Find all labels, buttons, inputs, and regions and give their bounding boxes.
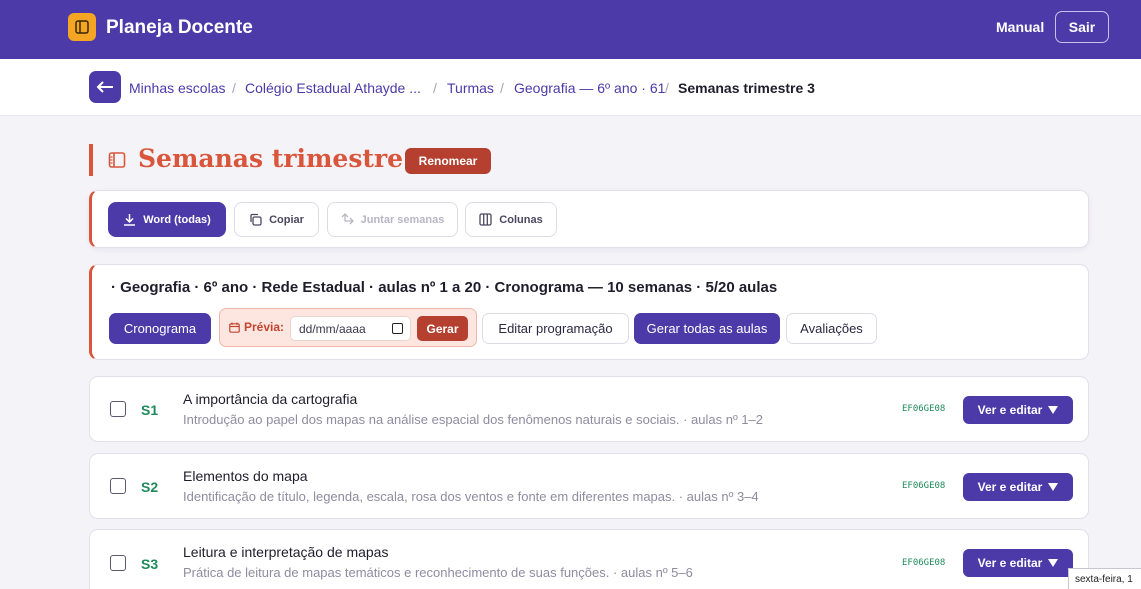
book-icon bbox=[108, 152, 126, 168]
week-title: Elementos do mapa bbox=[183, 468, 308, 484]
week-number: S3 bbox=[141, 556, 159, 572]
edit-schedule-button[interactable]: Editar programação bbox=[482, 313, 629, 344]
generate-preview-button[interactable]: Gerar bbox=[417, 316, 468, 341]
caret-down-icon bbox=[1048, 559, 1059, 567]
week-description: Prática de leitura de mapas temáticos e … bbox=[183, 565, 693, 580]
bncc-code: EF06GE08 bbox=[902, 558, 946, 568]
view-edit-label: Ver e editar bbox=[977, 480, 1043, 494]
date-placeholder: dd/mm/aaaa bbox=[299, 321, 366, 336]
copy-button[interactable]: Copiar bbox=[234, 202, 319, 237]
columns-label: Colunas bbox=[499, 213, 543, 226]
view-edit-label: Ver e editar bbox=[977, 403, 1043, 417]
plan-summary-card: · Geografia · 6º ano · Rede Estadual · a… bbox=[89, 264, 1089, 360]
week-number: S1 bbox=[141, 402, 159, 418]
week-title: A importância da cartografia bbox=[183, 391, 358, 407]
date-tooltip: sexta-feira, 1 bbox=[1068, 568, 1141, 589]
breadcrumb-separator: / bbox=[232, 80, 236, 96]
copy-label: Copiar bbox=[269, 213, 304, 226]
caret-down-icon bbox=[1048, 406, 1059, 414]
week-number: S2 bbox=[141, 479, 159, 495]
breadcrumb-item-class[interactable]: Geografia — 6º ano · 61 bbox=[514, 80, 665, 96]
copy-icon bbox=[250, 213, 262, 226]
week-checkbox[interactable] bbox=[110, 478, 126, 494]
columns-icon bbox=[479, 213, 492, 226]
generate-all-button[interactable]: Gerar todas as aulas bbox=[634, 313, 780, 344]
preview-panel: Prévia: dd/mm/aaaa Gerar bbox=[219, 308, 477, 347]
list-item: S2 Elementos do mapa Identificação de tí… bbox=[89, 453, 1089, 519]
preview-date-input[interactable]: dd/mm/aaaa bbox=[290, 316, 411, 341]
merge-icon bbox=[341, 213, 354, 225]
title-accent-bar bbox=[89, 144, 93, 176]
week-description: Identificação de título, legenda, escala… bbox=[183, 489, 759, 504]
top-navbar: Planeja Docente Manual Sair bbox=[0, 0, 1141, 59]
manual-link[interactable]: Manual bbox=[996, 19, 1044, 35]
caret-down-icon bbox=[1048, 483, 1059, 491]
cronograma-button[interactable]: Cronograma bbox=[109, 313, 211, 344]
breadcrumb-item-classes[interactable]: Turmas bbox=[447, 80, 494, 96]
breadcrumb: Minhas escolas / Colégio Estadual Athayd… bbox=[0, 59, 1141, 116]
export-toolbar: Word (todas) Copiar Juntar semanas Colun… bbox=[89, 190, 1089, 248]
download-icon bbox=[124, 214, 136, 226]
word-export-button[interactable]: Word (todas) bbox=[108, 202, 226, 237]
logout-button[interactable]: Sair bbox=[1055, 11, 1109, 43]
columns-button[interactable]: Colunas bbox=[465, 202, 557, 237]
assessments-button[interactable]: Avaliações bbox=[786, 313, 877, 344]
merge-weeks-button[interactable]: Juntar semanas bbox=[327, 202, 458, 237]
plan-summary: · Geografia · 6º ano · Rede Estadual · a… bbox=[111, 279, 778, 296]
view-edit-button[interactable]: Ver e editar bbox=[963, 549, 1073, 577]
back-button[interactable] bbox=[89, 71, 121, 103]
calendar-icon bbox=[229, 322, 240, 333]
list-item: S1 A importância da cartografia Introduç… bbox=[89, 376, 1089, 442]
app-title[interactable]: Planeja Docente bbox=[106, 17, 253, 39]
week-description: Introdução ao papel dos mapas na análise… bbox=[183, 412, 764, 427]
week-checkbox[interactable] bbox=[110, 555, 126, 571]
arrow-left-icon bbox=[96, 81, 113, 93]
breadcrumb-separator: / bbox=[665, 80, 669, 96]
breadcrumb-separator: / bbox=[500, 80, 504, 96]
calendar-icon[interactable] bbox=[392, 323, 403, 334]
breadcrumb-separator: / bbox=[433, 80, 437, 96]
preview-label: Prévia: bbox=[229, 320, 284, 334]
week-checkbox[interactable] bbox=[110, 401, 126, 417]
word-export-label: Word (todas) bbox=[143, 213, 211, 226]
view-edit-label: Ver e editar bbox=[977, 556, 1043, 570]
bncc-code: EF06GE08 bbox=[902, 481, 946, 491]
page-title: Semanas trimestre 3 bbox=[138, 144, 430, 173]
bncc-code: EF06GE08 bbox=[902, 404, 946, 414]
merge-weeks-label: Juntar semanas bbox=[360, 213, 445, 226]
view-edit-button[interactable]: Ver e editar bbox=[963, 473, 1073, 501]
book-icon[interactable] bbox=[68, 13, 96, 41]
week-title: Leitura e interpretação de mapas bbox=[183, 544, 389, 560]
preview-label-text: Prévia: bbox=[244, 320, 285, 334]
breadcrumb-current: Semanas trimestre 3 bbox=[678, 80, 815, 96]
breadcrumb-item-schools[interactable]: Minhas escolas bbox=[129, 80, 226, 96]
view-edit-button[interactable]: Ver e editar bbox=[963, 396, 1073, 424]
list-item: S3 Leitura e interpretação de mapas Prát… bbox=[89, 529, 1089, 589]
breadcrumb-item-school[interactable]: Colégio Estadual Athayde ... bbox=[245, 80, 421, 96]
rename-button[interactable]: Renomear bbox=[405, 148, 491, 174]
